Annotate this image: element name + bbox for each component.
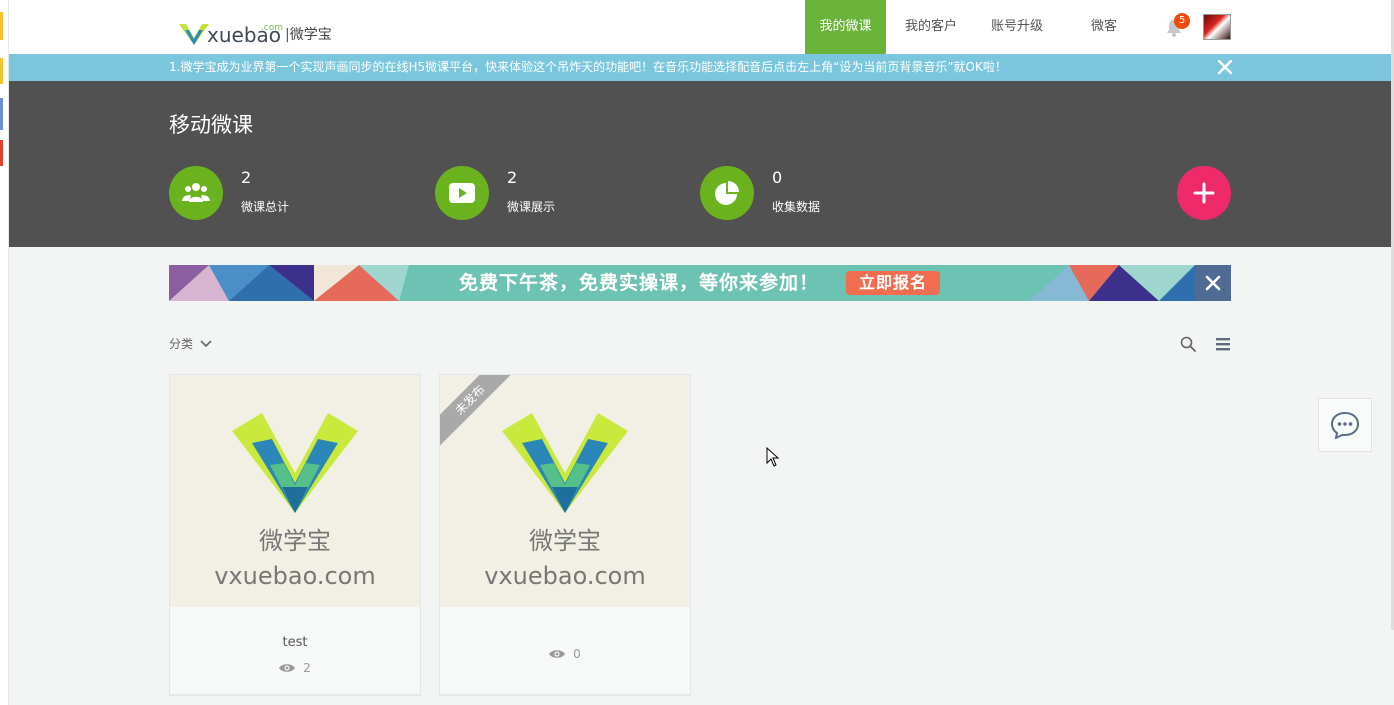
notification-badge: 5 — [1174, 13, 1190, 29]
chat-widget-button[interactable] — [1318, 398, 1372, 452]
left-edge-strip — [0, 0, 9, 705]
pie-chart-icon — [715, 181, 739, 205]
thumbnail-url-text: vxuebao.com — [484, 562, 646, 590]
vxuebao-logo-icon — [232, 413, 358, 513]
thumbnail-cn-text: 微学宝 — [259, 527, 331, 555]
brand-logo[interactable]: xuebao .com | 微学宝 — [179, 20, 332, 46]
course-card[interactable]: 微学宝 vxuebao.com test 2 — [169, 374, 421, 696]
nav-my-courses[interactable]: 我的微课 — [805, 0, 886, 54]
close-icon[interactable] — [1204, 274, 1222, 292]
thumbnail-url-text: vxuebao.com — [214, 562, 376, 590]
stat-label: 收集数据 — [772, 200, 821, 214]
chevron-down-icon — [200, 339, 212, 347]
logo-com: .com — [260, 23, 284, 33]
top-navbar: xuebao .com | 微学宝 我的微课 我的客户 账号升级 微客 5 — [9, 0, 1391, 54]
thumbnail-cn-text: 微学宝 — [529, 527, 601, 555]
stat-value: 2 — [507, 168, 518, 187]
close-icon[interactable] — [1216, 58, 1234, 76]
logo-v-icon — [179, 24, 209, 45]
course-thumbnail[interactable]: 微学宝 vxuebao.com — [170, 375, 420, 607]
dashboard-header: 移动微课 2 微课总计 2 微课展示 0 收集数据 — [9, 81, 1391, 247]
course-title[interactable]: test — [170, 635, 420, 650]
left-edge-marker — [0, 58, 3, 84]
notice-bar: 1.微学宝成为业界第一个实现声画同步的在线H5微课平台，快来体验这个吊炸天的功能… — [9, 54, 1391, 81]
left-edge-marker — [0, 140, 3, 166]
play-icon — [449, 183, 475, 203]
mouse-cursor-icon — [766, 447, 780, 467]
promo-banner[interactable]: 免费下午茶，免费实操课，等你来参加！ 立即报名 — [169, 265, 1231, 301]
main-nav: 我的微课 我的客户 账号升级 微客 — [805, 0, 1150, 54]
register-button[interactable]: 立即报名 — [846, 271, 940, 295]
left-edge-marker — [0, 12, 3, 40]
stat-icon-circle — [169, 166, 223, 220]
nav-my-customers[interactable]: 我的客户 — [886, 0, 976, 54]
course-thumbnail[interactable]: 微学宝 vxuebao.com 未发布 — [440, 375, 690, 607]
stat-label: 微课展示 — [507, 200, 556, 214]
view-count: 2 — [170, 661, 420, 675]
stat-value: 0 — [772, 168, 783, 187]
user-avatar[interactable] — [1203, 14, 1231, 40]
view-count-value: 2 — [303, 661, 311, 675]
promo-text: 免费下午茶，免费实操课，等你来参加！ — [459, 272, 820, 294]
list-view-icon[interactable] — [1215, 336, 1231, 352]
stat-icon-circle — [435, 166, 489, 220]
notice-text: 1.微学宝成为业界第一个实现声画同步的在线H5微课平台，快来体验这个吊炸天的功能… — [169, 60, 1007, 74]
eye-icon — [549, 650, 566, 658]
eye-icon — [279, 664, 296, 672]
stat-label: 微课总计 — [241, 200, 290, 214]
vxuebao-logo-icon — [502, 413, 628, 513]
view-count-value: 0 — [573, 647, 581, 661]
search-icon[interactable] — [1180, 336, 1196, 352]
logo-text: xuebao .com — [207, 23, 283, 46]
stat-icon-circle — [700, 166, 754, 220]
left-edge-marker — [0, 98, 3, 130]
logo-cn-text: 微学宝 — [289, 27, 332, 43]
add-course-button[interactable] — [1177, 166, 1231, 220]
view-count: 0 — [440, 647, 690, 661]
nav-weike[interactable]: 微客 — [1058, 0, 1150, 54]
nav-account-upgrade[interactable]: 账号升级 — [976, 0, 1058, 54]
stat-value: 2 — [241, 168, 252, 187]
users-icon — [182, 183, 210, 202]
plus-icon — [1193, 182, 1215, 204]
category-filter-label: 分类 — [169, 337, 194, 351]
category-filter[interactable]: 分类 — [169, 335, 213, 352]
chat-bubble-icon — [1330, 411, 1360, 439]
course-card[interactable]: 微学宝 vxuebao.com 未发布 0 — [439, 374, 691, 696]
page-title: 移动微课 — [169, 113, 253, 137]
